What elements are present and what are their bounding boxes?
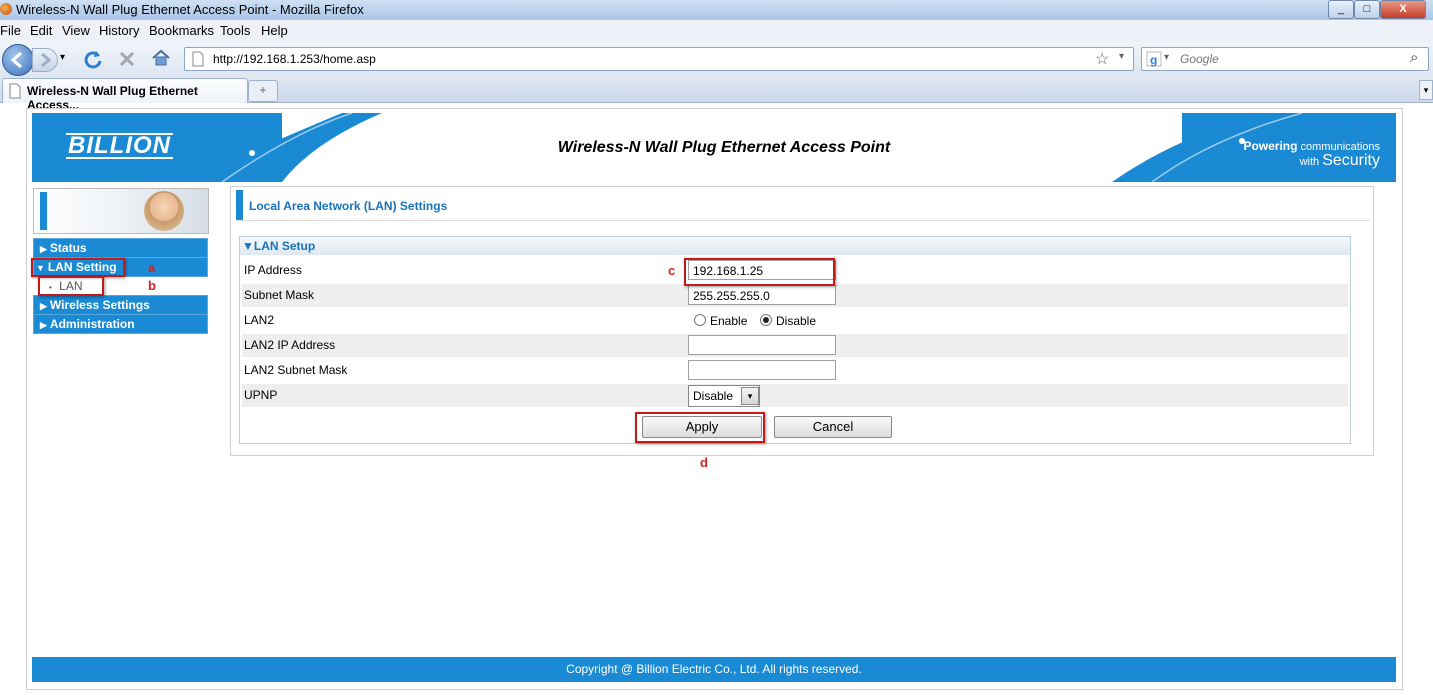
subnet-mask-label: Subnet Mask <box>244 288 315 302</box>
form-row-lan2: LAN2 Enable Disable <box>242 309 1348 332</box>
lan2-ip-label: LAN2 IP Address <box>244 338 336 352</box>
url-dropdown-icon[interactable]: ▾ <box>1119 51 1124 62</box>
back-button[interactable] <box>2 44 34 76</box>
minimize-button[interactable]: _ <box>1328 0 1354 19</box>
upnp-label: UPNP <box>244 388 278 402</box>
annotation-label-b: b <box>148 278 156 293</box>
lan2-enable-radio[interactable] <box>694 314 706 326</box>
annotation-box-d <box>635 412 765 443</box>
cancel-button[interactable]: Cancel <box>774 416 892 438</box>
reload-icon[interactable] <box>82 48 104 70</box>
lan2-label: LAN2 <box>244 313 275 327</box>
google-icon[interactable]: g <box>1146 51 1162 67</box>
sidebar-item-label: Status <box>49 241 87 255</box>
annotation-box-a <box>31 258 125 277</box>
tagline: Powering communications with Security <box>1243 139 1380 169</box>
menu-tools[interactable]: Tools <box>220 23 250 38</box>
sidebar-banner-accent <box>40 192 47 230</box>
sidebar-item-wireless-settings[interactable]: ▶ Wireless Settings <box>33 295 208 315</box>
lan2-enable-label: Enable <box>710 314 748 328</box>
tab-bar: Wireless-N Wall Plug Ethernet Access... … <box>0 76 1433 112</box>
upnp-select[interactable]: Disable ▾ <box>688 385 760 407</box>
close-button[interactable]: X <box>1380 0 1426 19</box>
sidebar-item-administration[interactable]: ▶ Administration <box>33 314 208 334</box>
url-text[interactable]: http://192.168.1.253/home.asp <box>213 52 376 66</box>
content-area: Local Area Network (LAN) Settings ▼LAN S… <box>230 186 1374 456</box>
section-header: Local Area Network (LAN) Settings <box>236 190 1370 221</box>
search-engine-dropdown-icon[interactable]: ▾ <box>1164 52 1169 63</box>
lan2-disable-option[interactable]: Disable <box>760 314 816 328</box>
tab-list-dropdown-icon[interactable]: ▾ <box>1419 80 1433 100</box>
annotation-label-c: c <box>668 263 676 278</box>
lan-setup-title: ▼LAN Setup <box>242 239 316 253</box>
tagline-security: Security <box>1322 152 1380 169</box>
annotation-box-b <box>38 276 104 296</box>
window-title-bar: Wireless-N Wall Plug Ethernet Access Poi… <box>0 0 1433 20</box>
menu-edit[interactable]: Edit <box>30 23 52 38</box>
search-icon[interactable]: ⌕ <box>1410 49 1418 66</box>
ip-address-label: IP Address <box>244 263 302 277</box>
form-row-subnet-mask: Subnet Mask 255.255.255.0 <box>242 284 1348 307</box>
menu-help[interactable]: Help <box>261 23 288 38</box>
lan2-disable-radio[interactable] <box>760 314 772 326</box>
sidebar-banner-photo <box>144 191 184 231</box>
history-dropdown-icon[interactable]: ▾ <box>60 52 65 63</box>
form-row-lan2-mask: LAN2 Subnet Mask <box>242 359 1348 382</box>
forward-button[interactable] <box>32 48 58 72</box>
page-icon <box>192 51 204 67</box>
menu-history[interactable]: History <box>99 23 139 38</box>
annotation-label-a: a <box>148 260 156 275</box>
svg-text:g: g <box>1150 53 1157 67</box>
tagline-powering: Powering <box>1243 139 1298 153</box>
lan2-ip-input[interactable] <box>688 335 836 355</box>
upnp-select-value: Disable <box>693 389 734 403</box>
page-header-banner: BILLION Wireless-N Wall Plug Ethernet Ac… <box>32 113 1396 182</box>
annotation-box-c <box>684 258 835 286</box>
navigation-toolbar: ▾ http://192.168.1.253/home.asp ☆ ▾ g ▾ … <box>0 42 1433 76</box>
search-bar[interactable]: g ▾ Google ⌕ <box>1141 47 1429 71</box>
menu-bar: File Edit View History Bookmarks Tools H… <box>0 20 1433 42</box>
expand-arrow-icon: ▶ <box>40 244 47 254</box>
sidebar-item-label: Wireless Settings <box>49 298 150 312</box>
tab-page-icon <box>9 83 21 99</box>
sidebar-banner-image <box>33 188 209 234</box>
firefox-icon <box>0 3 12 15</box>
window-title: Wireless-N Wall Plug Ethernet Access Poi… <box>16 2 364 17</box>
tab-active[interactable]: Wireless-N Wall Plug Ethernet Access... <box>2 78 248 112</box>
home-icon[interactable] <box>150 47 172 69</box>
expand-arrow-icon: ▶ <box>40 320 47 330</box>
address-bar[interactable]: http://192.168.1.253/home.asp ☆ ▾ <box>184 47 1134 71</box>
lan2-enable-option[interactable]: Enable <box>694 314 747 328</box>
form-row-upnp: UPNP Disable ▾ <box>242 384 1348 407</box>
bookmark-star-icon[interactable]: ☆ <box>1095 49 1109 69</box>
forward-arrow-icon <box>41 52 52 68</box>
section-header-accent <box>236 190 243 220</box>
chevron-down-icon[interactable]: ▾ <box>741 387 759 405</box>
lan-setup-header[interactable]: ▼LAN Setup <box>240 237 1350 255</box>
new-tab-button[interactable]: + <box>248 80 278 102</box>
sidebar-item-label: Administration <box>49 317 135 331</box>
menu-view[interactable]: View <box>62 23 90 38</box>
form-row-lan2-ip: LAN2 IP Address <box>242 334 1348 357</box>
annotation-label-d: d <box>700 455 708 470</box>
menu-bookmarks[interactable]: Bookmarks <box>149 23 214 38</box>
maximize-button[interactable]: □ <box>1354 0 1380 19</box>
tagline-with: with <box>1299 156 1320 168</box>
lan2-mask-label: LAN2 Subnet Mask <box>244 363 348 377</box>
lan2-mask-input[interactable] <box>688 360 836 380</box>
expand-arrow-icon: ▶ <box>40 301 47 311</box>
page-title: Wireless-N Wall Plug Ethernet Access Poi… <box>557 139 891 156</box>
lan2-disable-label: Disable <box>776 314 817 328</box>
menu-file[interactable]: File <box>0 23 21 38</box>
search-input[interactable]: Google <box>1180 52 1219 66</box>
page-footer: Copyright @ Billion Electric Co., Ltd. A… <box>32 657 1396 682</box>
subnet-mask-input[interactable]: 255.255.255.0 <box>688 285 836 305</box>
stop-icon[interactable] <box>116 48 138 70</box>
section-title: Local Area Network (LAN) Settings <box>249 199 448 213</box>
sidebar-item-status[interactable]: ▶ Status <box>33 238 208 258</box>
back-arrow-icon <box>10 51 22 69</box>
